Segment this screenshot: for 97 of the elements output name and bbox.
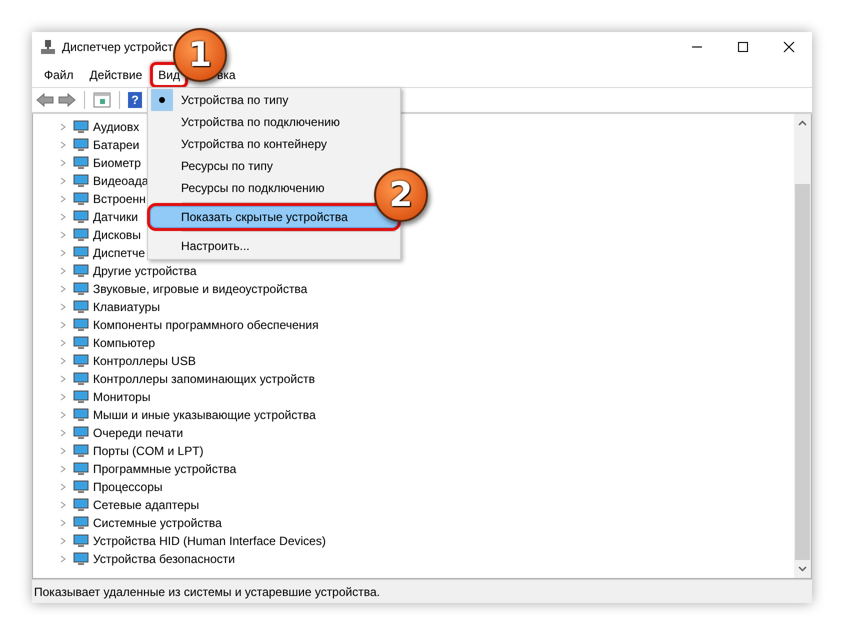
device-icon (73, 408, 89, 422)
device-icon (73, 336, 89, 350)
device-icon (73, 498, 89, 512)
chevron-icon[interactable] (59, 123, 67, 131)
menu-item[interactable]: Действие (82, 62, 150, 88)
chevron-icon[interactable] (59, 429, 67, 437)
device-icon (73, 480, 89, 494)
tree-item[interactable]: Клавиатуры (93, 300, 160, 314)
chevron-icon[interactable] (59, 465, 67, 473)
tree-item[interactable]: Программные устройства (93, 462, 236, 476)
scroll-up-icon[interactable] (798, 120, 807, 126)
chevron-icon[interactable] (59, 447, 67, 455)
device-icon (73, 354, 89, 368)
tree-item[interactable]: Контроллеры USB (93, 354, 196, 368)
device-icon (73, 516, 89, 530)
tree-item[interactable]: Видеоада (93, 174, 148, 188)
tree-item[interactable]: Компоненты программного обеспечения (93, 318, 319, 332)
tree-item[interactable]: Мониторы (93, 390, 150, 404)
menu-item[interactable]: Файл (36, 62, 82, 88)
tree-item[interactable]: Контроллеры запоминающих устройств (93, 372, 315, 386)
forward-arrow-icon[interactable] (58, 93, 76, 107)
chevron-icon[interactable] (59, 555, 67, 563)
tree-item[interactable]: Устройства HID (Human Interface Devices) (93, 534, 326, 548)
tree-item[interactable]: Сетевые адаптеры (93, 498, 200, 512)
menu-option[interactable]: Устройства по подключению (150, 111, 345, 133)
chevron-icon[interactable] (59, 393, 67, 401)
tree-item[interactable]: Системные устройства (93, 516, 222, 530)
tree-item[interactable]: Аудиовх (93, 120, 140, 134)
menu-option[interactable]: Показать скрытые устройства (150, 206, 398, 228)
tree-item[interactable]: Диспетче (93, 246, 146, 260)
computer-icon (40, 39, 56, 55)
tree-item[interactable]: Очереди печати (93, 426, 184, 440)
tree-item[interactable]: Биометр (93, 156, 141, 170)
chevron-icon[interactable] (59, 213, 67, 221)
menu-option[interactable]: Устройства по контейнеру (150, 133, 332, 155)
device-icon (73, 462, 89, 476)
menu-option[interactable]: Устройства по типу (150, 89, 294, 111)
chevron-icon[interactable] (59, 159, 67, 167)
chevron-icon[interactable] (59, 285, 67, 293)
scroll-thumb[interactable] (795, 184, 810, 560)
chevron-icon[interactable] (59, 411, 67, 419)
device-icon (73, 282, 89, 296)
chevron-icon[interactable] (59, 195, 67, 203)
device-icon (73, 192, 89, 206)
chevron-icon[interactable] (59, 537, 67, 545)
chevron-icon[interactable] (59, 321, 67, 329)
menu-option[interactable]: Ресурсы по типу (150, 155, 278, 177)
tree-item[interactable]: Порты (COM и LPT) (93, 444, 204, 458)
chevron-icon[interactable] (59, 303, 67, 311)
device-icon (73, 318, 89, 332)
device-icon (73, 174, 89, 188)
help-icon[interactable]: ? (128, 92, 142, 108)
scroll-down-icon[interactable] (798, 566, 807, 572)
device-icon (73, 426, 89, 440)
device-icon (73, 552, 89, 566)
menu-option[interactable]: Настроить... (150, 235, 255, 257)
status-text: Показывает удаленные из системы и устаревшие устройства. (34, 584, 380, 598)
chevron-icon[interactable] (59, 501, 67, 509)
device-icon (73, 300, 89, 314)
tree-item[interactable]: Датчики (93, 210, 138, 224)
maximize-icon[interactable] (737, 41, 749, 53)
window-title: Диспетчер устройст (62, 40, 173, 54)
chevron-icon[interactable] (59, 231, 67, 239)
chevron-icon[interactable] (59, 519, 67, 527)
chevron-icon[interactable] (59, 177, 67, 185)
device-icon (73, 138, 89, 152)
properties-icon[interactable] (93, 92, 111, 108)
chevron-icon[interactable] (59, 141, 67, 149)
tree-item[interactable]: Батареи (93, 138, 140, 152)
tree-item[interactable]: Компьютер (93, 336, 156, 350)
tree-item[interactable]: Мыши и иные указывающие устройства (93, 408, 316, 422)
scrollbar[interactable] (794, 114, 811, 578)
tree-item[interactable]: Устройства безопасности (93, 552, 235, 566)
tree-item[interactable]: Встроенн (93, 192, 146, 206)
device-icon (73, 246, 89, 260)
chevron-icon[interactable] (59, 483, 67, 491)
chevron-icon[interactable] (59, 249, 67, 257)
tree-item[interactable]: Процессоры (93, 480, 162, 494)
tree-item[interactable]: Звуковые, игровые и видеоустройства (93, 282, 308, 296)
chevron-icon[interactable] (59, 357, 67, 365)
device-icon (73, 120, 89, 134)
tree-item[interactable]: Другие устройства (93, 264, 197, 278)
device-icon (73, 534, 89, 548)
close-icon[interactable] (783, 41, 795, 53)
back-arrow-icon[interactable] (36, 93, 54, 107)
tree-item[interactable]: Дисковы (93, 228, 141, 242)
device-icon (73, 264, 89, 278)
chevron-icon[interactable] (59, 339, 67, 347)
chevron-icon[interactable] (59, 267, 67, 275)
device-icon (73, 444, 89, 458)
device-icon (73, 228, 89, 242)
device-icon (73, 156, 89, 170)
device-icon (73, 372, 89, 386)
device-icon (73, 390, 89, 404)
device-icon (73, 210, 89, 224)
menu-option[interactable]: Ресурсы по подключению (150, 177, 330, 199)
chevron-icon[interactable] (59, 375, 67, 383)
